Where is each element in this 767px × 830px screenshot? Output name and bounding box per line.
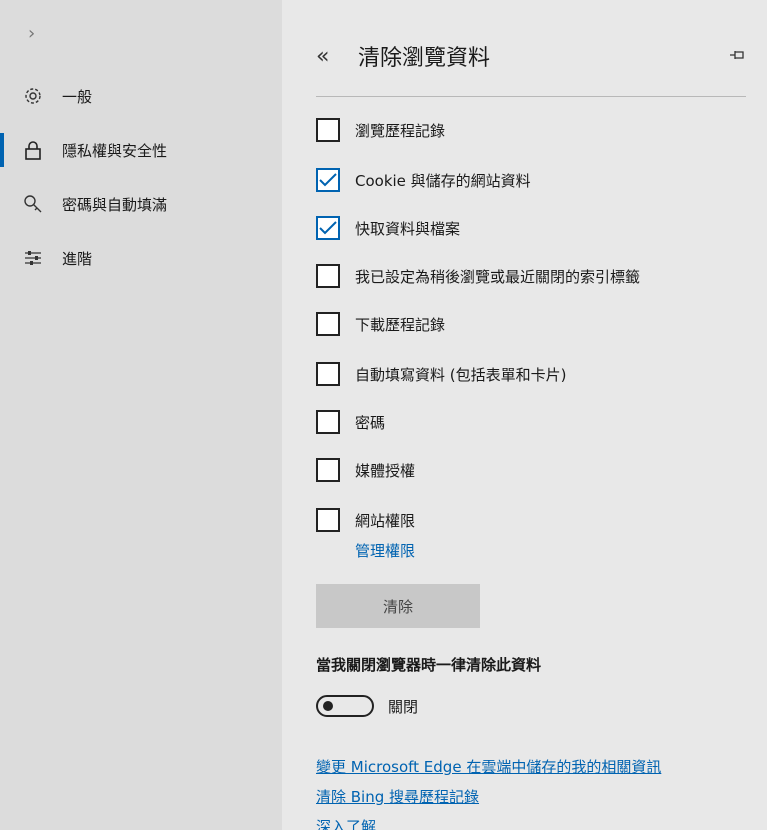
toggle-knob (323, 701, 333, 711)
checkbox[interactable] (316, 118, 340, 142)
sidebar-item-passwords[interactable]: 密碼與自動填滿 (0, 180, 282, 228)
key-icon (22, 193, 44, 215)
gear-icon (22, 85, 44, 107)
checkbox[interactable] (316, 362, 340, 386)
clear-bing-history-link[interactable]: 清除 Bing 搜尋歷程記錄 (316, 786, 479, 807)
clear-button[interactable]: 清除 (316, 584, 480, 628)
option-browsing-history[interactable]: 瀏覽歷程記錄 (316, 116, 445, 144)
checkmark-icon (319, 221, 337, 235)
sidebar-item-privacy[interactable]: 隱私權與安全性 (0, 126, 282, 174)
toggle-label: 關閉 (388, 697, 419, 716)
checkbox[interactable] (316, 508, 340, 532)
pin-icon[interactable] (728, 46, 746, 64)
clear-browsing-data-panel: « 清除瀏覽資料 瀏覽歷程記錄 Cookie 與儲存的網站資料 快取資料與檔案 … (282, 0, 767, 830)
panel-header: « 清除瀏覽資料 (316, 36, 746, 76)
page-title: 清除瀏覽資料 (358, 46, 491, 71)
sidebar-item-label: 密碼與自動填滿 (62, 195, 168, 214)
option-autofill[interactable]: 自動填寫資料 (包括表單和卡片) (316, 360, 566, 388)
sidebar-item-label: 隱私權與安全性 (62, 141, 168, 160)
option-cookies[interactable]: Cookie 與儲存的網站資料 (316, 166, 531, 194)
sidebar-item-advanced[interactable]: 進階 (0, 234, 282, 282)
sliders-icon (22, 247, 44, 269)
sidebar: › 一般 隱私權與安全性 密碼與自動填滿 進階 (0, 0, 282, 830)
microsoft-cloud-data-link[interactable]: 變更 Microsoft Edge 在雲端中儲存的我的相關資訊 (316, 756, 661, 777)
sidebar-item-label: 一般 (62, 87, 93, 106)
manage-permissions-link[interactable]: 管理權限 (355, 540, 415, 561)
option-downloads[interactable]: 下載歷程記錄 (316, 310, 445, 338)
learn-more-link[interactable]: 深入了解 (316, 816, 376, 830)
clear-on-close-heading: 當我關閉瀏覽器時一律清除此資料 (316, 656, 542, 674)
option-label: 快取資料與檔案 (355, 219, 461, 238)
sidebar-item-general[interactable]: 一般 (0, 72, 282, 120)
checkbox[interactable] (316, 410, 340, 434)
option-label: 媒體授權 (355, 461, 416, 480)
option-media-licenses[interactable]: 媒體授權 (316, 456, 415, 484)
option-label: 我已設定為稍後瀏覽或最近關閉的索引標籤 (355, 267, 641, 286)
option-label: 網站權限 (355, 511, 416, 530)
option-passwords[interactable]: 密碼 (316, 408, 385, 436)
lock-icon (22, 139, 44, 161)
option-label: Cookie 與儲存的網站資料 (355, 171, 531, 190)
option-cache[interactable]: 快取資料與檔案 (316, 214, 460, 242)
checkbox-checked[interactable] (316, 168, 340, 192)
option-site-permissions[interactable]: 網站權限 (316, 506, 415, 534)
option-label: 密碼 (355, 413, 386, 432)
sidebar-item-label: 進階 (62, 249, 93, 268)
back-double-chevron-icon[interactable]: « (316, 44, 344, 69)
clear-on-close-toggle-row[interactable]: 關閉 (316, 694, 418, 718)
option-label: 瀏覽歷程記錄 (355, 121, 446, 140)
divider (316, 96, 746, 97)
option-label: 自動填寫資料 (包括表單和卡片) (355, 365, 567, 384)
option-label: 下載歷程記錄 (355, 315, 446, 334)
checkbox-checked[interactable] (316, 216, 340, 240)
checkbox[interactable] (316, 264, 340, 288)
checkmark-icon (319, 173, 337, 187)
checkbox[interactable] (316, 458, 340, 482)
option-tabs[interactable]: 我已設定為稍後瀏覽或最近關閉的索引標籤 (316, 262, 640, 290)
expand-chevron-icon[interactable]: › (28, 22, 48, 46)
checkbox[interactable] (316, 312, 340, 336)
toggle-switch[interactable] (316, 695, 374, 717)
